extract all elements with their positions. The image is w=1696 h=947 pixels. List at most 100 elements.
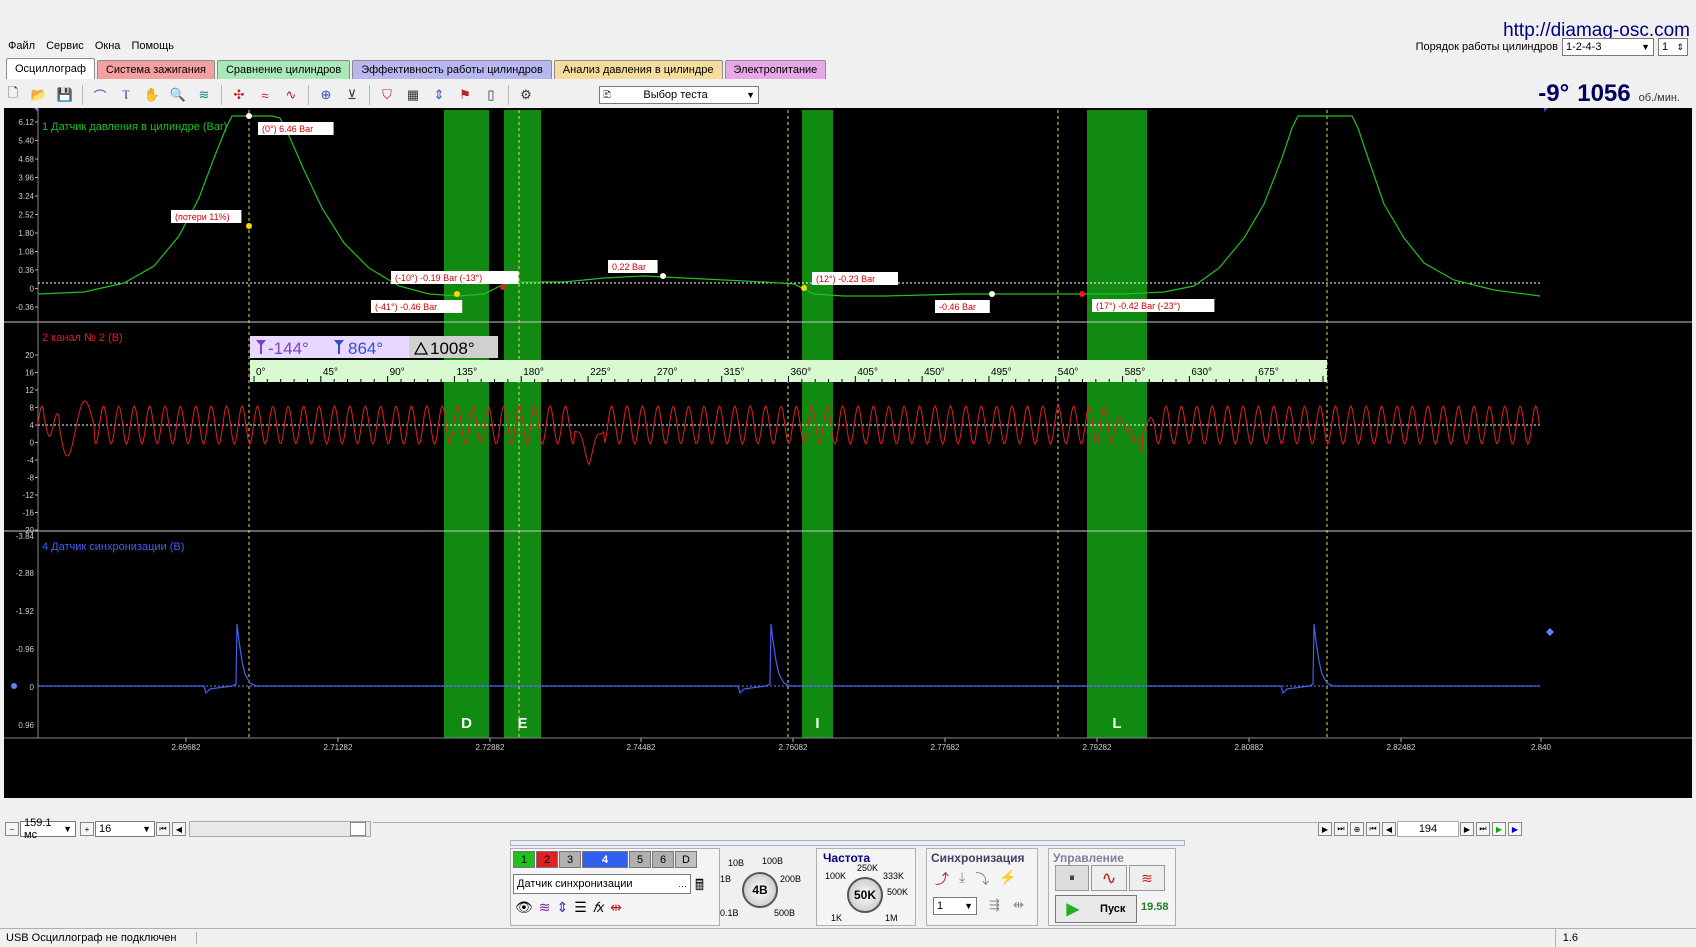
test-select[interactable]: 🗈 Выбор теста ▼: [599, 86, 759, 104]
split-icon[interactable]: ⇕: [428, 84, 450, 106]
sync-left-icon[interactable]: ⇶: [989, 897, 1000, 913]
channel-button-6[interactable]: 6: [652, 851, 674, 868]
multi-wave-icon[interactable]: ≋: [1129, 865, 1165, 891]
freq-label: 100K: [825, 871, 847, 881]
wave-tool-icon[interactable]: ⌒: [89, 84, 111, 106]
zero-icon[interactable]: ⊻: [341, 84, 363, 106]
first-page-icon[interactable]: ⏮: [1366, 822, 1380, 836]
cylinder-order-select[interactable]: 1-2-4-3 ▼: [1562, 38, 1654, 56]
add-icon[interactable]: ⊕: [1350, 822, 1364, 836]
eye-icon[interactable]: 👁: [515, 899, 533, 916]
channel-button-5[interactable]: 5: [629, 851, 651, 868]
time-tick-label: 2.72882: [476, 743, 505, 752]
function-icon[interactable]: 𝑓x: [593, 899, 604, 916]
zoom-icon[interactable]: 🔍: [167, 84, 189, 106]
frequency-panel: Частота 50K 250K 100K 333K 500K 1K 1M: [816, 848, 916, 926]
chevron-down-icon: ▼: [964, 901, 973, 911]
next-icon[interactable]: ▶: [1318, 822, 1332, 836]
play-next-icon[interactable]: ▶: [1508, 822, 1522, 836]
channel-button-2[interactable]: 2: [536, 851, 558, 868]
tab-5[interactable]: Электропитание: [724, 60, 827, 79]
zoom-out-icon[interactable]: −: [5, 822, 19, 836]
sync-marker-icon[interactable]: ⇹: [610, 899, 622, 916]
last-icon[interactable]: ⏭: [1334, 822, 1348, 836]
sync-title: Синхронизация: [931, 851, 1025, 865]
grid-icon[interactable]: ▦: [402, 84, 424, 106]
channel-button-3[interactable]: 3: [559, 851, 581, 868]
sensor-select[interactable]: Датчик синхронизации…: [513, 874, 691, 894]
prev-icon[interactable]: ◀: [172, 822, 186, 836]
y-tick-label: 20: [25, 351, 34, 360]
prev-page-icon[interactable]: ◀: [1382, 822, 1396, 836]
cylinder-number-select[interactable]: 1 ⇕: [1658, 38, 1688, 56]
menu-windows[interactable]: Окна: [95, 40, 121, 52]
edge-down-icon[interactable]: ⤵: [975, 869, 989, 889]
y-tick-label: -1.92: [16, 607, 35, 616]
channel-button-1[interactable]: 1: [513, 851, 535, 868]
timebase-select[interactable]: 159.1 мс ▼: [20, 817, 76, 841]
scroll-thumb[interactable]: [350, 822, 366, 836]
test-select-value: Выбор теста: [643, 89, 708, 101]
measure-point: [660, 273, 666, 279]
waves-icon[interactable]: ≈: [254, 84, 276, 106]
zoom-in-icon[interactable]: +: [80, 822, 94, 836]
first-icon[interactable]: ⏮: [156, 822, 170, 836]
layers-icon[interactable]: ≋: [193, 84, 215, 106]
marker-2-value: 864°: [348, 339, 383, 358]
y-tick-label: 0: [30, 285, 35, 294]
start-button[interactable]: ▶ Пуск: [1055, 895, 1137, 923]
auto-sync-icon[interactable]: ⊕: [315, 84, 337, 106]
settings-icon[interactable]: 🖩: [695, 875, 704, 900]
last-page-icon[interactable]: ⏭: [1476, 822, 1490, 836]
fps-readout: 19.58: [1141, 901, 1169, 913]
tab-1[interactable]: Система зажигания: [96, 60, 215, 79]
cylinder-number-value: 1: [1662, 41, 1669, 53]
compress-icon[interactable]: ✣: [228, 84, 250, 106]
next-page-icon[interactable]: ▶: [1460, 822, 1474, 836]
waveform-icon[interactable]: ≋: [539, 899, 551, 916]
menu-file[interactable]: Файл: [8, 40, 35, 52]
horizontal-scrollbar[interactable]: [189, 821, 371, 837]
trigger-icon[interactable]: ⚡: [999, 869, 1016, 889]
new-file-icon[interactable]: 🗋: [2, 84, 24, 106]
tab-0[interactable]: Осциллограф: [6, 58, 95, 79]
falling-edge-icon[interactable]: ⤓: [959, 869, 965, 889]
page-number[interactable]: 194: [1397, 821, 1459, 837]
auto-icon[interactable]: ⚙: [515, 84, 537, 106]
lines-icon[interactable]: ☰: [574, 899, 587, 916]
delta-value: 1008°: [430, 339, 475, 358]
measure-point: [801, 285, 807, 291]
sync-select[interactable]: 1 ▼: [933, 897, 977, 915]
save-icon[interactable]: 💾: [54, 84, 76, 106]
spin-icon: ⇕: [1676, 41, 1684, 52]
channel-title: 1 Датчик давления в цилиндре (Bar): [42, 121, 227, 133]
single-wave-icon[interactable]: ∿: [1091, 865, 1127, 891]
invert-icon[interactable]: ⇕: [557, 899, 569, 916]
channel-button-4[interactable]: 4: [582, 851, 628, 868]
degree-tick-label: 0°: [256, 367, 266, 378]
filter-icon[interactable]: ⛉: [376, 84, 398, 106]
hand-tool-icon[interactable]: ✋: [141, 84, 163, 106]
document-icon[interactable]: ▯: [480, 84, 502, 106]
cursor-tool-icon[interactable]: Ⲧ: [115, 84, 137, 106]
waves-overlay-icon[interactable]: ∿: [280, 84, 302, 106]
amplitude-knob[interactable]: 4В: [742, 872, 778, 908]
play-icon[interactable]: ▶: [1492, 822, 1506, 836]
open-folder-icon[interactable]: 📂: [28, 84, 50, 106]
count-select[interactable]: 16 ▼: [95, 821, 155, 837]
scroll-track[interactable]: [373, 821, 1317, 837]
tab-4[interactable]: Анализ давления в цилиндре: [553, 60, 723, 79]
sync-both-icon[interactable]: ⇹: [1013, 897, 1024, 913]
menu-help[interactable]: Помощь: [131, 40, 174, 52]
pause-icon[interactable]: ⏸: [1055, 865, 1089, 891]
oscilloscope-display[interactable]: D E I L6.125.404.683.963.242.521.801.080.36…: [4, 108, 1692, 798]
sync-value: 1: [937, 900, 944, 912]
rising-edge-icon[interactable]: ⤴: [935, 869, 949, 889]
flag-icon[interactable]: ⚑: [454, 84, 476, 106]
menu-service[interactable]: Сервис: [46, 40, 84, 52]
frequency-knob[interactable]: 50K: [847, 877, 883, 913]
channel-button-D[interactable]: D: [675, 851, 697, 868]
tab-2[interactable]: Сравнение цилиндров: [216, 60, 351, 79]
tab-3[interactable]: Эффективность работы цилиндров: [352, 60, 552, 79]
timebase-bar: − 159.1 мс ▼ + 16 ▼ ⏮ ◀ ▶ ⏭ ⊕ ⏮ ◀ 194 ▶ ⏭ …: [4, 817, 1692, 841]
